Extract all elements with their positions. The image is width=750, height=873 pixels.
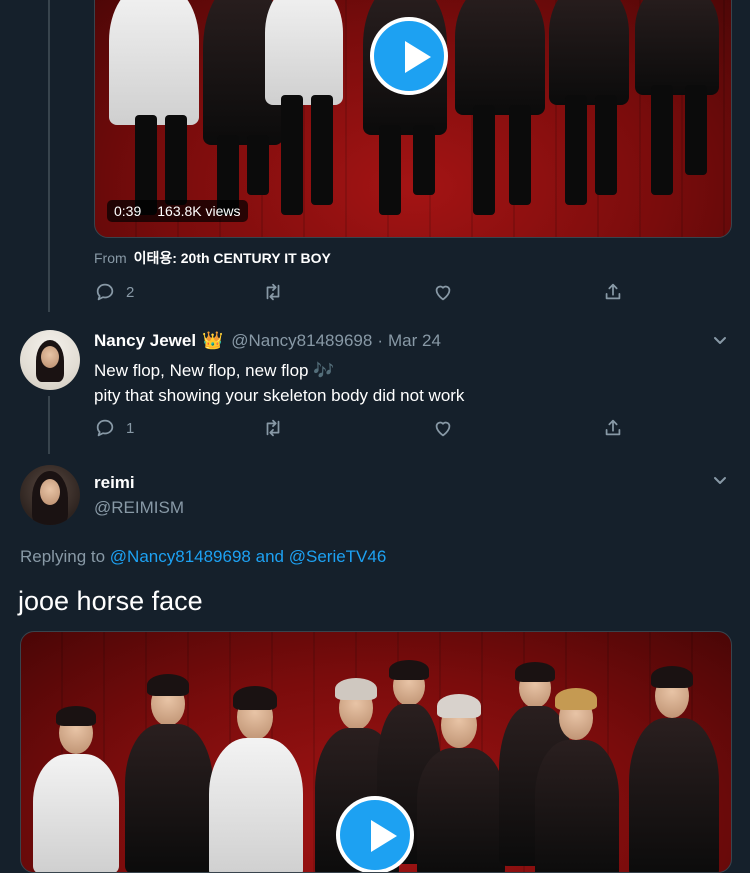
reply-mention-1[interactable]: @Nancy81489698 <box>110 547 251 566</box>
tweet-text: jooe horse face <box>18 586 203 616</box>
thread-line-middle <box>48 396 50 454</box>
share-button[interactable] <box>602 281 624 303</box>
tweet-line-1-text: New flop, New flop, new flop <box>94 361 309 380</box>
reply-button[interactable]: 2 <box>94 281 134 303</box>
thread-line-top <box>48 0 50 312</box>
like-icon <box>435 285 451 301</box>
share-icon <box>605 283 621 300</box>
play-icon[interactable] <box>336 796 414 872</box>
user-handle[interactable]: @Nancy81489698 <box>231 331 372 351</box>
reply-and: and <box>255 547 284 566</box>
retweet-icon <box>266 283 280 301</box>
video-source-prefix: From <box>94 250 127 266</box>
replying-to: Replying to @Nancy81489698 and @SerieTV4… <box>20 547 386 567</box>
video-views: 163.8K views <box>157 203 241 219</box>
tweet-text: New flop, New flop, new flop 🎶 pity that… <box>94 358 464 408</box>
video-duration: 0:39 <box>114 203 142 219</box>
tweet-header: Nancy Jewel 👑 @Nancy81489698 · Mar 24 <box>94 331 441 351</box>
video-source: From 이태용: 20th CENTURY IT BOY <box>94 248 331 268</box>
tweet-line-2: pity that showing your skeleton body did… <box>94 386 465 405</box>
reply-mention-2[interactable]: @SerieTV46 <box>289 547 387 566</box>
like-icon <box>435 421 451 437</box>
user-handle[interactable]: @REIMISM <box>94 498 184 518</box>
reply-count: 2 <box>126 283 135 301</box>
retweet-button[interactable] <box>262 417 284 439</box>
tweet-line-1: New flop, New flop, new flop 🎶 <box>94 358 464 383</box>
replying-to-label: Replying to <box>20 547 106 566</box>
reply-button[interactable]: 1 <box>94 417 134 439</box>
share-icon <box>605 419 621 436</box>
reply-icon <box>96 283 114 301</box>
play-icon[interactable] <box>370 17 448 95</box>
video-stats-badge: 0:39 163.8K views <box>107 200 248 222</box>
share-button[interactable] <box>602 417 624 439</box>
video-player-2[interactable] <box>20 631 732 873</box>
like-button[interactable] <box>432 281 454 303</box>
tweet-date[interactable]: Mar 24 <box>388 331 441 351</box>
separator: · <box>377 331 383 350</box>
video-player-1[interactable]: 0:39 163.8K views <box>94 0 732 238</box>
display-name[interactable]: reimi <box>94 473 135 493</box>
like-button[interactable] <box>432 417 454 439</box>
retweet-button[interactable] <box>262 281 284 303</box>
chevron-down-icon[interactable] <box>712 332 728 348</box>
retweet-icon <box>266 419 280 437</box>
display-name[interactable]: Nancy Jewel <box>94 331 196 351</box>
reply-icon <box>96 419 114 437</box>
avatar[interactable] <box>20 465 80 525</box>
music-notes-icon: 🎶 <box>313 361 335 380</box>
chevron-down-icon[interactable] <box>712 472 728 488</box>
reply-count: 1 <box>126 419 135 437</box>
video-thumbnail <box>109 0 199 125</box>
video-source-name[interactable]: 이태용: 20th CENTURY IT BOY <box>134 250 331 266</box>
avatar[interactable] <box>20 330 80 390</box>
crown-icon: 👑 <box>202 331 224 350</box>
